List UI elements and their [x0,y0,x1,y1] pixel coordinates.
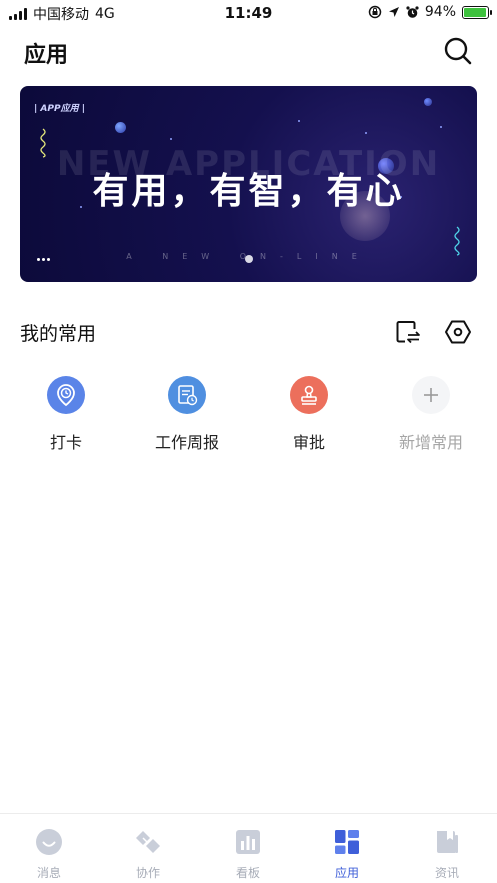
tab-apps[interactable]: 应用 [317,828,377,881]
app-weekly-report[interactable]: 工作周报 [127,376,247,453]
tab-label: 消息 [36,866,61,880]
settings-icon[interactable] [444,318,472,346]
status-right: 94% [368,4,492,20]
app-label: 审批 [292,433,325,452]
tab-news[interactable]: 资讯 [417,828,477,881]
tab-collaboration[interactable]: 协作 [118,828,178,881]
battery-fill [464,7,486,17]
apps-icon [335,830,359,854]
swap-icon[interactable] [394,318,422,346]
alarm-icon [406,5,419,18]
news-icon [437,831,458,853]
banner-headline: 有用，有智，有心 [92,171,405,212]
stamp-icon [290,376,328,414]
section-title: 我的常用 [20,323,97,345]
app-label: 新增常用 [398,433,463,452]
orb-decoration [424,98,432,106]
app-label: 工作周报 [154,433,219,452]
battery-percent: 94% [424,4,456,20]
favorite-apps: 打卡 工作周报 审批 新增常用 [0,376,497,456]
rotation-lock-icon [368,5,382,19]
search-icon[interactable] [443,36,473,66]
collaboration-icon [136,831,160,853]
orb-decoration [115,122,126,133]
app-punch-in[interactable]: 打卡 [6,376,126,453]
app-label: 打卡 [49,433,82,452]
report-icon [168,376,206,414]
banner-tag: | APP应用 | [34,104,85,114]
dashboard-icon [236,830,260,854]
star-decoration [170,138,172,140]
tab-dashboard[interactable]: 看板 [218,828,278,881]
tab-label: 协作 [135,866,160,880]
app-add-favorite[interactable]: 新增常用 [371,376,491,453]
plus-icon [412,376,450,414]
carousel-indicator[interactable] [245,255,253,263]
tab-bar: 消息 协作 看板 应用 资讯 [0,813,497,883]
star-decoration [298,120,300,122]
dots-decoration [37,258,50,261]
tab-messages[interactable]: 消息 [19,828,79,881]
star-decoration [440,126,442,128]
tab-label: 资讯 [434,866,459,880]
tab-label: 看板 [235,866,260,880]
message-icon [36,829,62,855]
tab-label: 应用 [334,866,359,880]
app-approval[interactable]: 审批 [249,376,369,453]
star-decoration [365,132,367,134]
page-title: 应用 [24,43,69,68]
location-clock-icon [47,376,85,414]
promo-banner[interactable]: | APP应用 | NEW APPLICATION 有用，有智，有心 A NEW… [20,86,477,282]
location-arrow-icon [388,7,399,17]
battery-icon [462,5,492,19]
status-bar: 中国移动 4G 11:49 94% [0,0,497,26]
